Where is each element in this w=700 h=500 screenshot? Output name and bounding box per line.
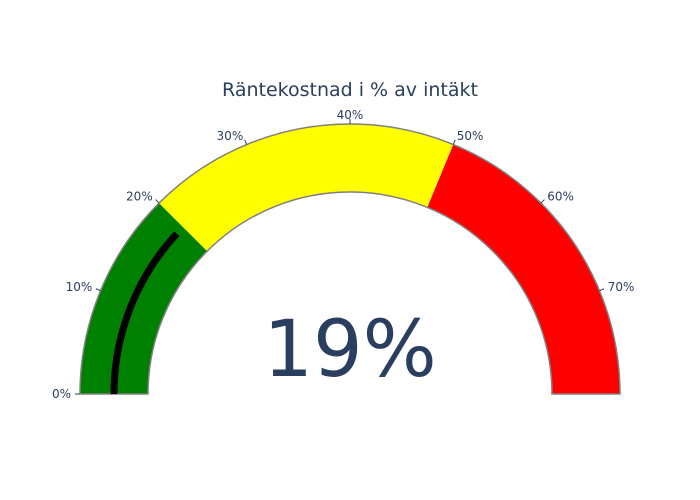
gauge-tick-label: 40% <box>337 108 364 122</box>
gauge-step-1 <box>159 123 454 252</box>
gauge-tick-label: 20% <box>126 190 153 204</box>
gauge-tick-mark <box>452 139 456 145</box>
gauge-tick-label: 0% <box>52 387 71 401</box>
gauge-chart: Räntekostnad i % av intäkt 0% 10% 20% 30% 40… <box>52 79 635 401</box>
gauge-tick-label: 10% <box>66 280 93 294</box>
gauge-tick-mark <box>599 288 605 292</box>
gauge-tick-label: 60% <box>547 190 574 204</box>
gauge-tick-label: 70% <box>608 280 635 294</box>
gauge-tick-mark <box>95 288 101 292</box>
gauge-tick-mark <box>244 139 248 145</box>
gauge-step-2 <box>427 144 620 394</box>
gauge-tick-label: 50% <box>457 129 484 143</box>
gauge-tick-mark <box>540 199 545 204</box>
gauge-tick-mark <box>155 199 160 204</box>
gauge-value-label: 19% <box>263 305 436 395</box>
chart-title: Räntekostnad i % av intäkt <box>222 79 478 101</box>
gauge-tick-label: 30% <box>217 129 244 143</box>
